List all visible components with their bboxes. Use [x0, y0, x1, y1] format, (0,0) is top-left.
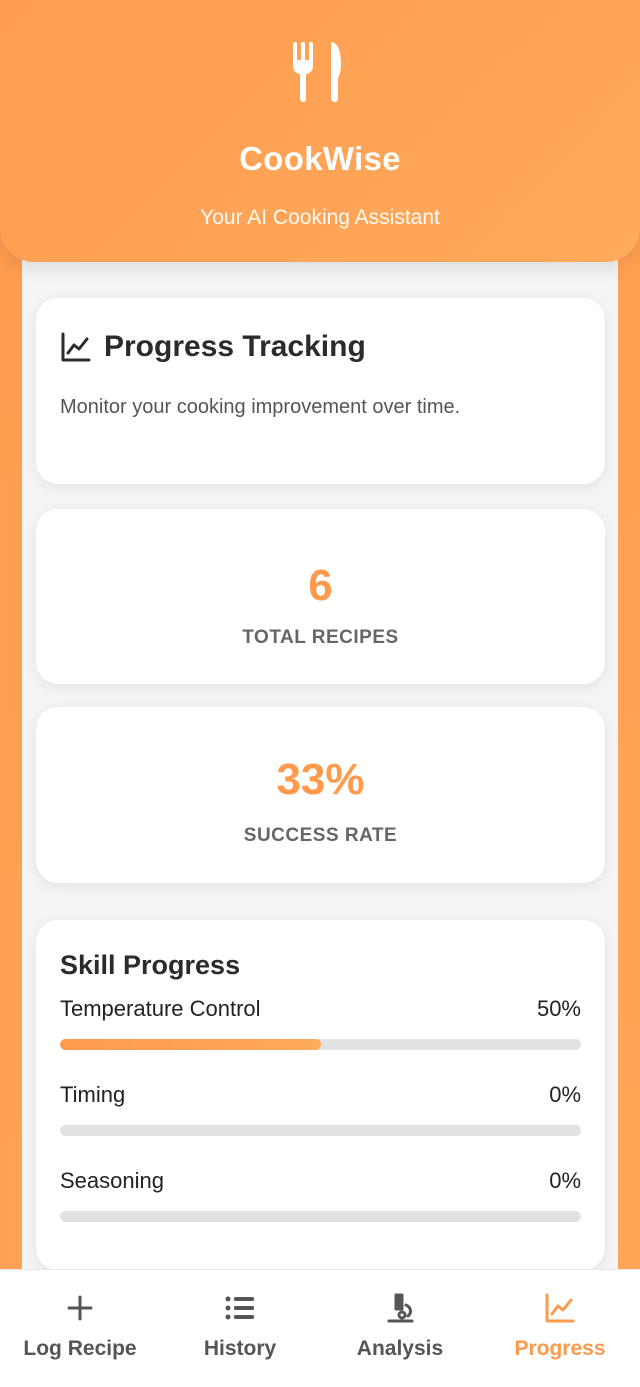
progress-bar-track: [60, 1125, 581, 1136]
success-rate-value: 33%: [276, 755, 365, 804]
nav-item-analysis[interactable]: Analysis: [320, 1270, 480, 1387]
page-description: Monitor your cooking improvement over ti…: [60, 396, 461, 418]
total-recipes-value: 6: [308, 561, 333, 610]
success-rate-label: SUCCESS RATE: [243, 825, 398, 846]
nav-label: Analysis: [356, 1337, 444, 1360]
page-title: Progress Tracking: [104, 330, 366, 363]
plus-icon: [67, 1295, 93, 1321]
skill-name: Seasoning: [60, 1168, 164, 1193]
skill-percent: 50%: [536, 996, 581, 1021]
app-header: CookWise Your AI Cooking Assistant: [0, 0, 640, 262]
app-subtitle: Your AI Cooking Assistant: [200, 206, 440, 229]
progress-intro-card: Progress Tracking Monitor your cooking i…: [36, 298, 605, 484]
bottom-nav: Log Recipe History Analysis Progress: [0, 1269, 640, 1387]
progress-bar-fill: [60, 1039, 321, 1050]
list-icon: [225, 1296, 254, 1320]
skill-name: Temperature Control: [60, 996, 261, 1021]
skill-progress-card: Skill Progress Temperature Control 50% T…: [36, 920, 605, 1270]
chart-line-icon: [61, 332, 91, 362]
nav-item-history[interactable]: History: [160, 1270, 320, 1387]
intro-heading: Progress Tracking: [60, 330, 366, 364]
skill-percent: 0%: [549, 1082, 581, 1107]
nav-label: History: [203, 1337, 277, 1360]
progress-bar-track: [60, 1039, 581, 1050]
total-recipes-card: 6 TOTAL RECIPES: [36, 509, 605, 684]
skill-percent: 0%: [549, 1168, 581, 1193]
app-title: CookWise: [239, 140, 401, 177]
nav-label: Progress: [514, 1337, 606, 1360]
success-rate-card: 33% SUCCESS RATE: [36, 707, 605, 883]
utensils-icon: [293, 42, 341, 102]
nav-label: Log Recipe: [23, 1337, 137, 1360]
microscope-icon: [387, 1293, 414, 1323]
nav-item-log-recipe[interactable]: Log Recipe: [0, 1270, 160, 1387]
nav-item-progress[interactable]: Progress: [480, 1270, 640, 1387]
skill-name: Timing: [60, 1082, 126, 1107]
total-recipes-label: TOTAL RECIPES: [242, 627, 399, 648]
progress-bar-track: [60, 1211, 581, 1222]
chart-line-icon: [545, 1293, 575, 1323]
skill-progress-title: Skill Progress: [60, 950, 241, 980]
